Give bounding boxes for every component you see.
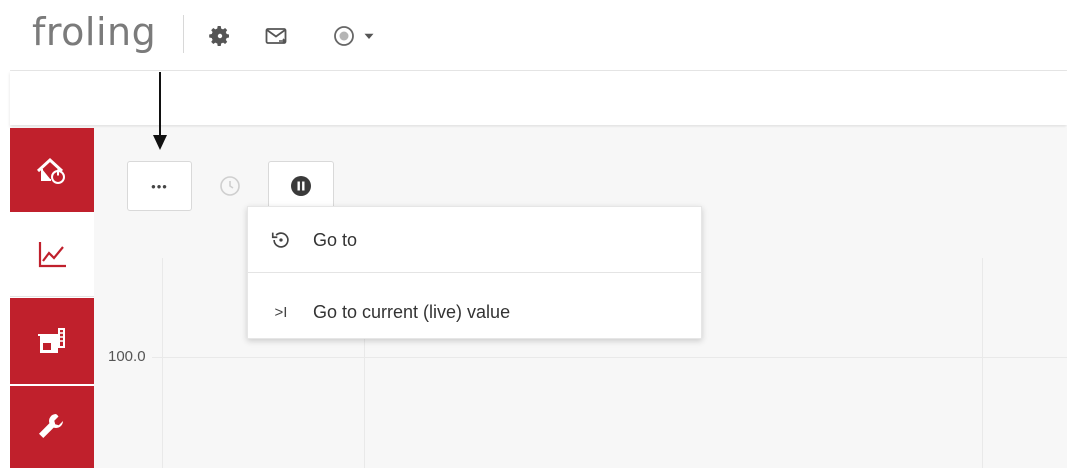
sub-toolbar <box>10 71 1067 125</box>
annotation-arrow-line <box>159 72 161 137</box>
wrench-icon <box>39 414 63 438</box>
more-options-button[interactable]: ••• <box>127 161 192 211</box>
sidebar-item-service[interactable] <box>10 386 94 468</box>
sidebar-item-charts[interactable] <box>10 212 94 297</box>
sidebar <box>10 128 94 468</box>
gear-icon[interactable] <box>206 22 234 50</box>
sidebar-item-home[interactable] <box>10 128 94 212</box>
pause-icon <box>291 176 311 196</box>
chart-line-icon <box>38 242 66 268</box>
grid-line <box>162 258 163 468</box>
menu-item-label: Go to <box>313 229 358 250</box>
grid-line <box>152 357 1067 358</box>
annotation-arrow-head <box>153 135 167 150</box>
header-divider <box>183 15 184 53</box>
history-clock-button[interactable] <box>200 161 260 211</box>
status-circle-icon[interactable] <box>330 22 358 50</box>
more-options-label: ••• <box>151 178 168 194</box>
caret-down-icon[interactable] <box>360 22 378 50</box>
grid-line <box>982 258 983 468</box>
more-options-menu: Go to >I Go to current (live) value <box>247 206 702 339</box>
menu-item-label: Go to current (live) value <box>313 301 511 322</box>
menu-divider <box>248 272 701 273</box>
sidebar-item-boiler[interactable] <box>10 298 94 384</box>
froling-logo[interactable]: froling <box>32 10 156 54</box>
skip-to-end-icon: >I <box>274 303 288 321</box>
home-power-icon <box>36 157 65 184</box>
clock-icon <box>220 176 240 196</box>
mail-icon[interactable] <box>262 22 290 50</box>
app-header: froling <box>0 0 1067 70</box>
boiler-icon <box>38 328 65 353</box>
menu-item-go-to[interactable]: Go to <box>248 210 701 270</box>
y-axis-tick-label: 100.0 <box>108 348 146 365</box>
menu-item-go-to-live[interactable]: >I Go to current (live) value <box>248 282 701 342</box>
goto-history-icon <box>270 229 292 251</box>
pause-button[interactable] <box>268 161 334 211</box>
